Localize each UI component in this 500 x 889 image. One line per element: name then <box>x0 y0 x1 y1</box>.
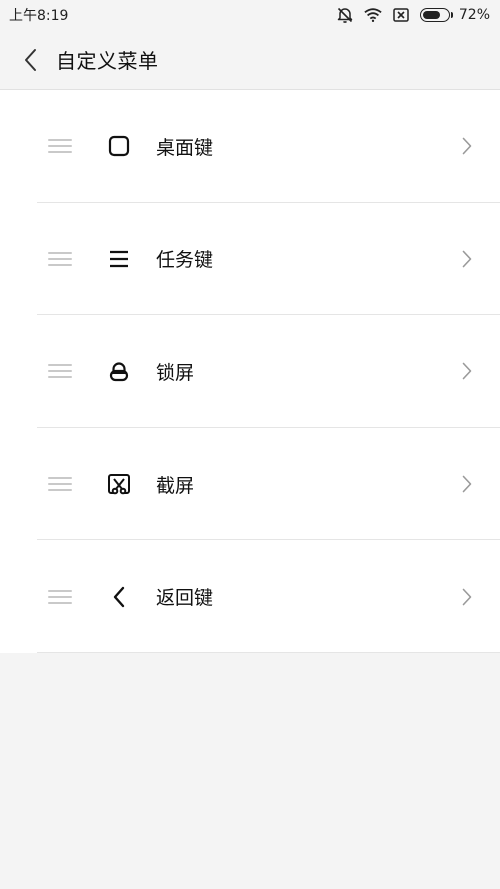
chevron-right-icon <box>460 360 474 382</box>
menu-item-label: 桌面键 <box>156 136 214 159</box>
menu-item-label: 返回键 <box>156 587 214 610</box>
menu-item-lock-screen[interactable]: 锁屏 <box>0 315 500 428</box>
menu-item-home-key[interactable]: 桌面键 <box>0 90 500 203</box>
chevron-right-icon <box>460 586 474 608</box>
battery-level <box>422 11 441 19</box>
status-bar: 上午8:19 72% <box>0 0 500 30</box>
drag-handle-icon[interactable] <box>48 251 72 266</box>
page-title: 自定义菜单 <box>56 49 159 73</box>
drag-handle-icon[interactable] <box>48 139 72 154</box>
battery-tip <box>450 12 453 18</box>
sim-blocked-icon <box>392 6 410 24</box>
menu-item-label: 截屏 <box>156 474 195 497</box>
chevron-right-icon <box>460 135 474 157</box>
menu-item-label: 任务键 <box>156 249 214 272</box>
app-header: 自定义菜单 <box>0 30 500 90</box>
battery-indicator: 72% <box>419 7 490 23</box>
drag-handle-icon[interactable] <box>48 477 72 492</box>
chevron-left-icon <box>25 48 36 71</box>
chevron-right-icon <box>460 473 474 495</box>
menu-item-back-key[interactable]: 返回键 <box>0 540 500 653</box>
wifi-icon <box>364 6 382 24</box>
lock-icon <box>105 357 133 385</box>
menu-list: 桌面键 任务键 锁屏 截屏 返回键 <box>0 90 500 653</box>
status-time: 上午8:19 <box>9 8 69 24</box>
back-button[interactable] <box>18 46 42 74</box>
drag-handle-icon[interactable] <box>48 589 72 604</box>
chevron-left-icon <box>105 583 133 611</box>
status-icons: 72% <box>336 6 490 24</box>
drag-handle-icon[interactable] <box>48 364 72 379</box>
battery-icon <box>419 8 450 22</box>
menu-item-screenshot[interactable]: 截屏 <box>0 428 500 541</box>
menu-item-task-key[interactable]: 任务键 <box>0 203 500 316</box>
battery-percent: 72% <box>458 7 490 23</box>
menu-item-label: 锁屏 <box>156 361 195 384</box>
screenshot-scissors-icon <box>105 470 133 498</box>
alarm-off-icon <box>336 6 354 24</box>
square-icon <box>105 132 133 160</box>
menu-lines-icon <box>105 245 133 273</box>
chevron-right-icon <box>460 248 474 270</box>
